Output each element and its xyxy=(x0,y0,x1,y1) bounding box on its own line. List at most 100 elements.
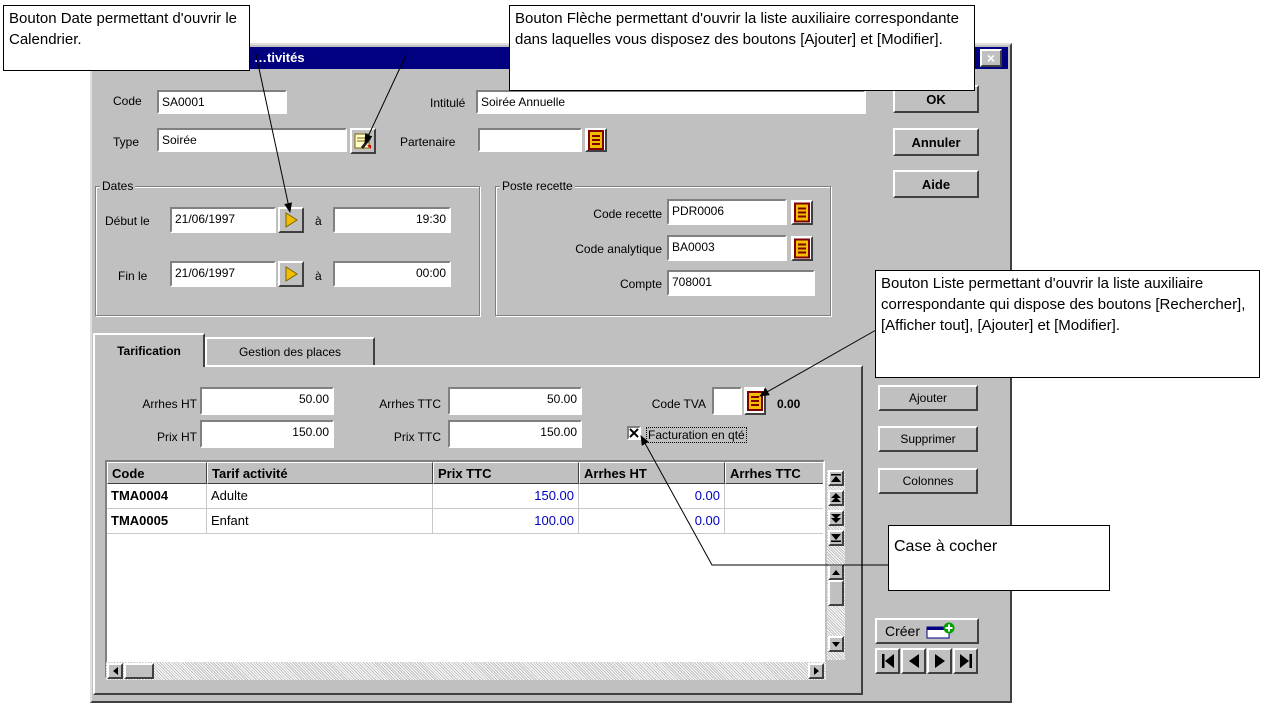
horizontal-scroll-thumb[interactable] xyxy=(124,663,154,679)
code-tva-list-button[interactable] xyxy=(744,387,766,415)
creer-button[interactable]: Créer xyxy=(875,618,979,644)
code-tva-field[interactable] xyxy=(712,387,742,415)
tab-gestion-places[interactable]: Gestion des places xyxy=(205,337,375,365)
code-analytique-field[interactable]: BA0003 xyxy=(667,235,787,261)
double-down-icon xyxy=(831,514,841,523)
aide-button[interactable]: Aide xyxy=(893,170,979,198)
colonnes-button[interactable]: Colonnes xyxy=(878,468,978,494)
tva-rate: 0.00 xyxy=(777,397,801,411)
scroll-bottom-button[interactable] xyxy=(828,530,844,546)
table-cell-arrhes-ttc[interactable] xyxy=(725,509,823,534)
scroll-left-button[interactable] xyxy=(107,663,123,679)
prix-ht-field[interactable]: 150.00 xyxy=(200,420,334,448)
partenaire-label: Partenaire xyxy=(400,135,456,149)
table-cell-prix-ttc[interactable]: 150.00 xyxy=(433,484,579,509)
first-record-icon xyxy=(881,654,894,668)
close-button[interactable]: × xyxy=(980,49,1002,67)
annuler-button[interactable]: Annuler xyxy=(893,128,979,156)
scroll-bottom-icon xyxy=(831,534,841,542)
fin-date-button[interactable] xyxy=(278,261,304,287)
arrhes-ht-field[interactable]: 50.00 xyxy=(200,387,334,415)
list-icon xyxy=(747,391,763,411)
compte-field[interactable]: 708001 xyxy=(667,270,815,296)
code-label: Code xyxy=(113,94,142,108)
code-recette-label: Code recette xyxy=(593,207,662,221)
supprimer-button[interactable]: Supprimer xyxy=(878,426,978,452)
prix-ttc-field[interactable]: 150.00 xyxy=(448,420,582,448)
scroll-down-button[interactable] xyxy=(828,636,844,652)
scroll-page-up-button[interactable] xyxy=(828,490,844,506)
table-cell-code[interactable]: TMA0004 xyxy=(107,484,207,509)
code-field[interactable]: SA0001 xyxy=(157,90,287,114)
date-arrow-icon xyxy=(285,266,298,282)
first-record-button[interactable] xyxy=(875,648,900,674)
arrow-down-icon xyxy=(832,641,840,647)
col-header-tarif[interactable]: Tarif activité xyxy=(207,462,433,484)
debut-label: Début le xyxy=(105,214,150,228)
intitule-field[interactable]: Soirée Annuelle xyxy=(476,90,866,114)
code-analytique-label: Code analytique xyxy=(575,242,662,256)
scroll-top-icon xyxy=(831,474,841,482)
prix-ttc-label: Prix TTC xyxy=(393,430,441,444)
table-cell-arrhes-ht[interactable]: 0.00 xyxy=(579,509,725,534)
fin-time-field[interactable]: 00:00 xyxy=(333,261,451,287)
scroll-right-button[interactable] xyxy=(808,663,824,679)
debut-time-field[interactable]: 19:30 xyxy=(333,207,451,233)
facturation-label[interactable]: Facturation en qté xyxy=(646,427,747,443)
compte-label: Compte xyxy=(619,277,662,291)
prix-ht-label: Prix HT xyxy=(157,430,197,444)
partenaire-field[interactable] xyxy=(478,128,582,152)
facturation-checkbox[interactable] xyxy=(627,426,641,440)
table-cell-code[interactable]: TMA0005 xyxy=(107,509,207,534)
creer-label: Créer xyxy=(885,623,921,639)
table-cell-tarif[interactable]: Adulte xyxy=(207,484,433,509)
horizontal-scrollbar[interactable] xyxy=(106,662,826,680)
table-cell-tarif[interactable]: Enfant xyxy=(207,509,433,534)
callout-date-button: Bouton Date permettant d'ouvrir le Calen… xyxy=(3,5,250,71)
next-record-button[interactable] xyxy=(927,648,952,674)
fin-date-field[interactable]: 21/06/1997 xyxy=(170,261,276,287)
arrhes-ttc-label: Arrhes TTC xyxy=(379,397,441,411)
close-icon: × xyxy=(986,50,996,66)
table-cell-prix-ttc[interactable]: 100.00 xyxy=(433,509,579,534)
vertical-scroll-thumb[interactable] xyxy=(828,580,844,606)
debut-date-field[interactable]: 21/06/1997 xyxy=(170,207,276,233)
debut-date-button[interactable] xyxy=(278,207,304,233)
scroll-up-button[interactable] xyxy=(828,564,844,580)
tarif-table: Code Tarif activité Prix TTC Arrhes HT A… xyxy=(105,460,825,678)
arrhes-ht-label: Arrhes HT xyxy=(142,397,197,411)
callout-checkbox: Case à cocher xyxy=(888,525,1110,591)
previous-record-button[interactable] xyxy=(901,648,926,674)
callout-arrow-button: Bouton Flèche permettant d'ouvrir la lis… xyxy=(509,5,975,91)
type-field[interactable]: Soirée xyxy=(157,128,347,152)
last-record-icon xyxy=(959,654,972,668)
intitule-label: Intitulé xyxy=(430,96,466,110)
fin-a-label: à xyxy=(315,269,322,283)
col-header-prix-ttc[interactable]: Prix TTC xyxy=(433,462,579,484)
list-icon xyxy=(588,130,604,150)
col-header-arrhes-ttc[interactable]: Arrhes TTC xyxy=(725,462,823,484)
code-analytique-list-button[interactable] xyxy=(791,236,813,261)
code-recette-list-button[interactable] xyxy=(791,200,813,225)
code-tva-label: Code TVA xyxy=(651,397,706,411)
partenaire-list-button[interactable] xyxy=(585,128,607,152)
window-title: …tivités xyxy=(254,50,305,65)
type-arrow-button[interactable] xyxy=(350,128,376,154)
last-record-button[interactable] xyxy=(953,648,978,674)
code-recette-field[interactable]: PDR0006 xyxy=(667,199,787,225)
col-header-code[interactable]: Code xyxy=(107,462,207,484)
poste-recette-group-label: Poste recette xyxy=(500,179,575,193)
callout-list-button: Bouton Liste permettant d'ouvrir la list… xyxy=(875,270,1260,378)
date-arrow-icon xyxy=(285,212,298,228)
tab-tarification[interactable]: Tarification xyxy=(93,333,205,367)
col-header-arrhes-ht[interactable]: Arrhes HT xyxy=(579,462,725,484)
scroll-top-button[interactable] xyxy=(828,470,844,486)
arrhes-ttc-field[interactable]: 50.00 xyxy=(448,387,582,415)
scroll-page-down-button[interactable] xyxy=(828,510,844,526)
next-record-icon xyxy=(934,654,945,668)
dates-group-label: Dates xyxy=(100,179,136,193)
table-cell-arrhes-ht[interactable]: 0.00 xyxy=(579,484,725,509)
table-cell-arrhes-ttc[interactable] xyxy=(725,484,823,509)
arrow-left-icon xyxy=(112,667,118,675)
ajouter-button[interactable]: Ajouter xyxy=(878,385,978,411)
